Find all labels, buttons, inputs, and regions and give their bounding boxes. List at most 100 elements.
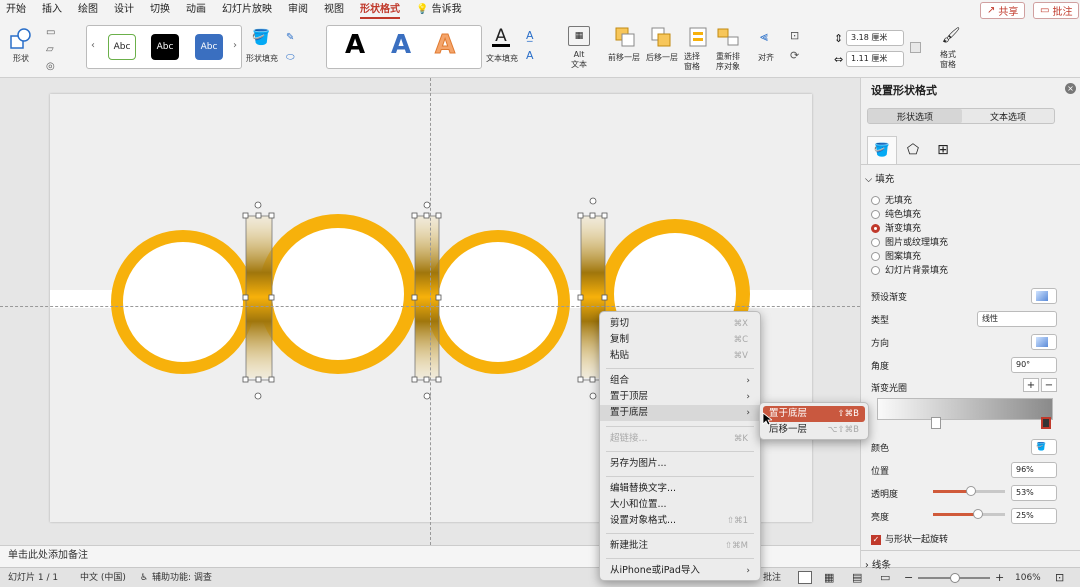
wordart-sample-black[interactable]: A: [345, 30, 365, 60]
color-picker[interactable]: 🪣: [1031, 439, 1057, 455]
group-rotate-icons[interactable]: ⊡ ⟳: [790, 26, 799, 66]
transparency-field[interactable]: 53%: [1011, 485, 1057, 501]
submenu-item-send-backward[interactable]: 后移一层 ⌥⇧⌘B: [763, 422, 865, 438]
wordart-sample-orange[interactable]: A: [434, 30, 455, 61]
size-properties-tab[interactable]: ⊞: [933, 140, 953, 160]
tab-transitions[interactable]: 切换: [150, 0, 170, 20]
align-button[interactable]: ⫷: [754, 26, 774, 48]
radio-picture-fill[interactable]: [871, 238, 880, 247]
tab-text-options[interactable]: 文本选项: [962, 109, 1054, 123]
insert-shape-button[interactable]: [8, 26, 34, 52]
text-fill-button[interactable]: A: [490, 25, 512, 49]
accessibility-status[interactable]: 辅助功能: 调查: [152, 568, 212, 587]
preset-gradient-picker[interactable]: [1031, 288, 1057, 304]
horizontal-guide[interactable]: [0, 306, 860, 307]
shape-outline-effects-icons[interactable]: ✎ ⬭: [286, 28, 295, 68]
transparency-slider[interactable]: [933, 486, 1005, 496]
selection-pane-button[interactable]: [688, 26, 708, 48]
send-backward-button[interactable]: [650, 26, 672, 48]
tab-insert[interactable]: 插入: [42, 0, 62, 20]
gallery-prev-icon[interactable]: ‹: [91, 40, 95, 51]
tab-tell-me[interactable]: 💡 告诉我: [416, 0, 462, 20]
style-sample-black[interactable]: Abc: [151, 34, 179, 60]
menu-item-import-iphone[interactable]: 从iPhone或iPad导入 ›: [600, 563, 760, 579]
fill-option-background[interactable]: 幻灯片背景填充: [871, 263, 948, 276]
connector-shape-2[interactable]: [415, 216, 439, 378]
shape-edit-icons[interactable]: ▭ ▱ ◎: [46, 24, 55, 75]
ring-1[interactable]: [111, 230, 255, 374]
add-stop-button[interactable]: +: [1023, 378, 1039, 392]
remove-stop-button[interactable]: −: [1041, 378, 1057, 392]
menu-item-size-position[interactable]: 大小和位置...: [600, 497, 760, 513]
zoom-out-icon[interactable]: −: [904, 568, 913, 587]
gallery-next-icon[interactable]: ›: [233, 40, 237, 51]
alt-text-button[interactable]: ▦: [568, 26, 590, 46]
fill-option-none[interactable]: 无填充: [871, 193, 912, 206]
menu-item-group[interactable]: 组合 ›: [600, 373, 760, 389]
ring-3[interactable]: [426, 230, 570, 374]
format-pane-button[interactable]: 🖌: [940, 24, 962, 46]
fill-section-header[interactable]: ⌵ 填充: [865, 171, 894, 185]
angle-field[interactable]: 90°: [1011, 357, 1057, 373]
style-sample-outline[interactable]: Abc: [108, 34, 136, 60]
lock-aspect-toggle[interactable]: [910, 42, 921, 53]
brightness-thumb[interactable]: [972, 509, 983, 519]
menu-item-cut[interactable]: 剪切 ⌘X: [600, 316, 760, 332]
gradient-stop-2[interactable]: [1041, 417, 1051, 429]
menu-item-send-to-back[interactable]: 置于底层 ›: [600, 405, 760, 421]
brightness-field[interactable]: 25%: [1011, 508, 1057, 524]
text-outline-effects-icons[interactable]: A̲ A: [526, 26, 534, 66]
vertical-guide[interactable]: [430, 78, 431, 545]
tab-shape-options[interactable]: 形状选项: [868, 109, 962, 123]
tab-view[interactable]: 视图: [324, 0, 344, 20]
menu-item-hyperlink[interactable]: 超链接... ⌘K: [600, 431, 760, 447]
position-field[interactable]: 96%: [1011, 462, 1057, 478]
effects-tab[interactable]: ⬠: [903, 140, 923, 160]
rotate-with-shape[interactable]: ✓ 与形状一起旋转: [871, 532, 948, 545]
width-field[interactable]: 1.11 厘米: [846, 51, 904, 67]
tab-animations[interactable]: 动画: [186, 0, 206, 20]
normal-view-icon[interactable]: [798, 571, 812, 584]
zoom-slider-thumb[interactable]: [950, 573, 960, 583]
type-select[interactable]: 线性: [977, 311, 1057, 327]
shape-style-gallery[interactable]: ‹ Abc Abc Abc ›: [86, 25, 242, 69]
direction-picker[interactable]: [1031, 334, 1057, 350]
reorder-objects-button[interactable]: [716, 26, 740, 48]
fill-option-pattern[interactable]: 图案填充: [871, 249, 921, 262]
brightness-slider[interactable]: [933, 509, 1005, 519]
checkbox-rotate[interactable]: ✓: [871, 534, 881, 545]
tab-slideshow[interactable]: 幻灯片放映: [222, 0, 272, 20]
menu-item-copy[interactable]: 复制 ⌘C: [600, 332, 760, 348]
radio-no-fill[interactable]: [871, 196, 880, 205]
radio-gradient-fill[interactable]: [871, 224, 880, 233]
menu-item-bring-to-front[interactable]: 置于顶层 ›: [600, 389, 760, 405]
share-button[interactable]: ↗ 共享: [980, 2, 1026, 19]
fill-line-tab[interactable]: 🪣: [867, 136, 897, 164]
submenu-item-send-to-back[interactable]: 置于底层 ⇧⌘B: [763, 406, 865, 422]
comments-status-label[interactable]: 批注: [763, 568, 781, 587]
ring-2[interactable]: [258, 214, 418, 374]
wordart-gallery[interactable]: A A A: [326, 25, 482, 69]
tab-shape-format[interactable]: 形状格式: [360, 0, 400, 20]
style-sample-blue[interactable]: Abc: [195, 34, 223, 60]
slide-sorter-icon[interactable]: ▦: [824, 568, 834, 587]
menu-item-edit-alt-text[interactable]: 编辑替换文字...: [600, 481, 760, 497]
menu-item-paste[interactable]: 粘贴 ⌘V: [600, 348, 760, 364]
menu-item-new-comment[interactable]: 新建批注 ⇧⌘M: [600, 538, 760, 554]
tab-review[interactable]: 审阅: [288, 0, 308, 20]
fill-option-gradient[interactable]: 渐变填充: [871, 221, 921, 234]
zoom-in-icon[interactable]: +: [995, 568, 1004, 587]
radio-background-fill[interactable]: [871, 266, 880, 275]
line-section-header[interactable]: › 线条: [865, 557, 891, 571]
tab-home[interactable]: 开始: [6, 0, 26, 20]
wordart-sample-blue[interactable]: A: [391, 30, 411, 60]
fill-option-solid[interactable]: 纯色填充: [871, 207, 921, 220]
fill-option-picture[interactable]: 图片或纹理填充: [871, 235, 948, 248]
bring-forward-button[interactable]: [614, 26, 636, 48]
language-indicator[interactable]: 中文 (中国): [80, 568, 126, 587]
gradient-bar[interactable]: [877, 398, 1053, 420]
comments-button[interactable]: ▭ 批注: [1033, 2, 1080, 19]
height-field[interactable]: 3.18 厘米: [846, 30, 904, 46]
radio-pattern-fill[interactable]: [871, 252, 880, 261]
tab-design[interactable]: 设计: [114, 0, 134, 20]
